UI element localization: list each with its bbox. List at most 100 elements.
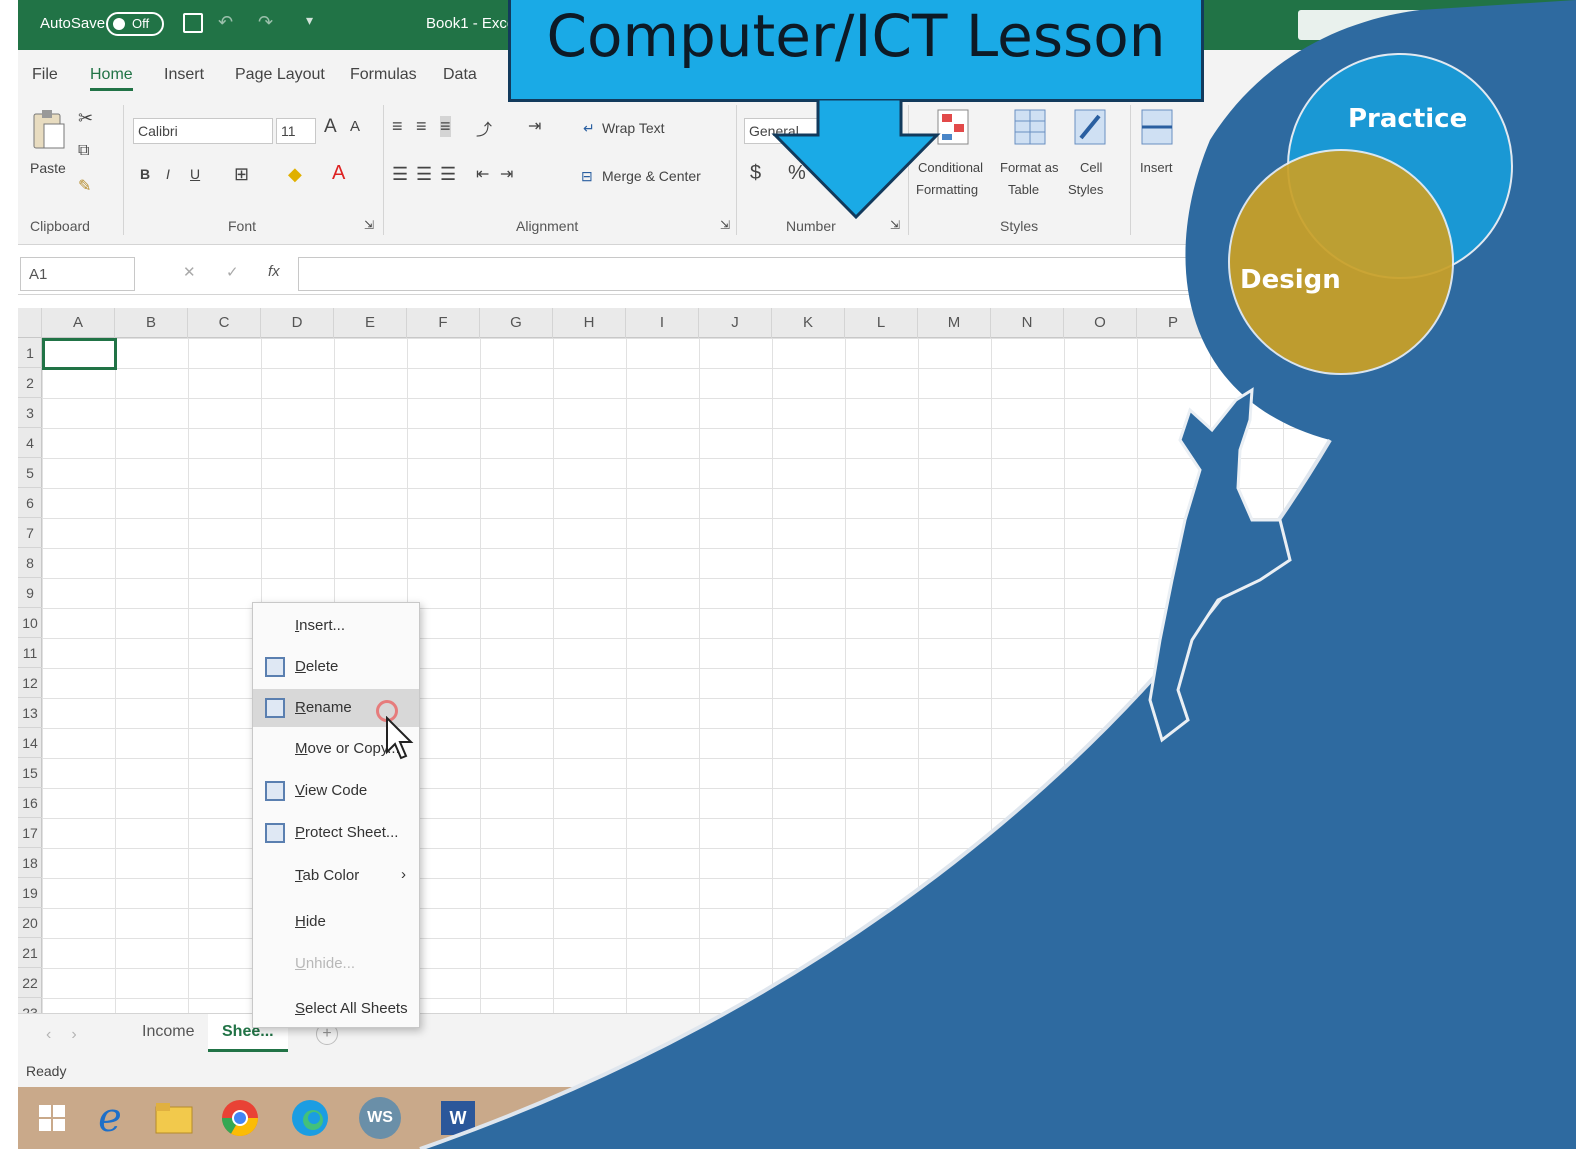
menu-item-insert[interactable]: Insert... [253,607,419,645]
shrink-font-button[interactable]: A [350,118,360,135]
paste-button[interactable]: Paste [30,160,66,176]
align-bottom-icon[interactable]: ≡ [440,116,451,137]
row-header[interactable]: 21 [18,938,42,968]
row-header[interactable]: 18 [18,848,42,878]
row-header[interactable]: 6 [18,488,42,518]
menu-item-select-all-sheets[interactable]: Select All Sheets [253,990,419,1028]
orientation-icon[interactable]: ⤴ [476,116,492,140]
row-header[interactable]: 3 [18,398,42,428]
cell-styles-icon[interactable] [1073,108,1107,148]
close-icon[interactable]: ✕ [1548,12,1565,37]
font-name-select[interactable]: Calibri [133,118,273,144]
tab-page-layout[interactable]: Page Layout [235,66,325,84]
copy-icon[interactable]: ⧉ [78,142,89,160]
merge-center-icon[interactable]: ⊟ [581,168,593,185]
search-input[interactable] [1298,10,1448,40]
align-top-icon[interactable]: ≡ [392,116,403,137]
column-header[interactable]: M [918,308,991,338]
column-header[interactable]: F [407,308,480,338]
borders-icon[interactable]: ⊞ [234,164,249,185]
insert-function-icon[interactable]: fx [268,263,280,280]
indent-icon[interactable]: ⇥ [528,116,541,136]
column-header[interactable]: Q [1210,308,1283,338]
decrease-indent-icon[interactable]: ⇤ [476,164,489,184]
autosave-toggle[interactable]: Off [106,12,164,36]
underline-button[interactable]: U [190,166,200,182]
font-dialog-launcher-icon[interactable]: ⇲ [364,218,374,232]
formula-input[interactable] [298,257,1568,291]
paste-icon[interactable] [30,108,68,152]
wrap-text-icon[interactable]: ↵ [583,120,595,137]
row-header[interactable]: 17 [18,818,42,848]
tab-formulas[interactable]: Formulas [350,66,417,84]
internet-explorer-icon[interactable]: e [84,1093,136,1143]
row-header[interactable]: 2 [18,368,42,398]
column-header[interactable]: K [772,308,845,338]
windows-start-icon[interactable] [26,1093,78,1143]
sheet-nav-arrows-icon[interactable]: ‹› [46,1026,97,1044]
redo-icon[interactable]: ↷ [258,12,273,33]
row-header[interactable]: 16 [18,788,42,818]
row-header[interactable]: 9 [18,578,42,608]
row-header[interactable]: 12 [18,668,42,698]
column-header[interactable]: L [845,308,918,338]
merge-center-button[interactable]: Merge & Center [602,168,701,184]
column-header[interactable]: A [42,308,115,338]
cell-styles-label-1[interactable]: Cell [1080,160,1102,175]
fill-color-icon[interactable]: ◆ [288,164,302,185]
increase-indent-icon[interactable]: ⇥ [500,164,513,184]
ws-app-icon[interactable]: WS [354,1093,406,1143]
column-header[interactable]: N [991,308,1064,338]
row-header[interactable]: 11 [18,638,42,668]
align-left-icon[interactable]: ☰ [392,164,408,185]
alignment-dialog-launcher-icon[interactable]: ⇲ [720,218,730,232]
italic-button[interactable]: I [166,166,170,182]
insert-cells-button[interactable]: Insert [1140,160,1173,175]
column-header[interactable]: P [1137,308,1210,338]
row-header[interactable]: 8 [18,548,42,578]
currency-button[interactable]: $ [750,162,761,185]
row-header[interactable]: 10 [18,608,42,638]
bold-button[interactable]: B [140,166,150,182]
format-as-table-label-1[interactable]: Format as [1000,160,1059,175]
active-cell[interactable] [42,338,117,370]
menu-item-protect-sheet[interactable]: Protect Sheet... [253,814,419,852]
column-header[interactable]: E [334,308,407,338]
menu-item-tab-color[interactable]: Tab Color › [253,857,419,895]
column-header[interactable]: R [1283,308,1356,338]
edge-icon[interactable] [284,1093,336,1143]
row-header[interactable]: 14 [18,728,42,758]
font-color-icon[interactable]: A [332,162,345,185]
file-explorer-icon[interactable] [148,1093,200,1143]
row-header[interactable]: 1 [18,338,42,368]
column-header[interactable]: I [626,308,699,338]
row-header[interactable]: 5 [18,458,42,488]
wrap-text-button[interactable]: Wrap Text [602,120,665,136]
column-header[interactable]: G [480,308,553,338]
menu-item-delete[interactable]: Delete [253,648,419,686]
column-header[interactable]: T [1429,308,1502,338]
chrome-icon[interactable] [214,1093,266,1143]
column-header[interactable]: H [553,308,626,338]
format-as-table-icon[interactable] [1013,108,1047,148]
align-right-icon[interactable]: ☰ [440,164,456,185]
format-painter-icon[interactable]: ✎ [78,176,91,196]
column-header[interactable]: O [1064,308,1137,338]
column-header[interactable]: B [115,308,188,338]
font-size-select[interactable]: 11 [276,118,316,144]
menu-item-hide[interactable]: Hide [253,903,419,941]
row-header[interactable]: 4 [18,428,42,458]
row-header[interactable]: 20 [18,908,42,938]
tab-insert[interactable]: Insert [164,66,204,84]
customize-qat-icon[interactable]: ▾ [306,12,313,29]
align-middle-icon[interactable]: ≡ [416,116,427,137]
row-header[interactable]: 15 [18,758,42,788]
name-box[interactable]: A1 [20,257,135,291]
column-header[interactable]: C [188,308,261,338]
row-header[interactable]: 22 [18,968,42,998]
sheet-tab-income[interactable]: Income [128,1014,208,1052]
undo-icon[interactable]: ↶ [218,12,233,33]
column-header[interactable]: J [699,308,772,338]
column-header[interactable]: S [1356,308,1429,338]
tab-home[interactable]: Home [90,66,133,91]
